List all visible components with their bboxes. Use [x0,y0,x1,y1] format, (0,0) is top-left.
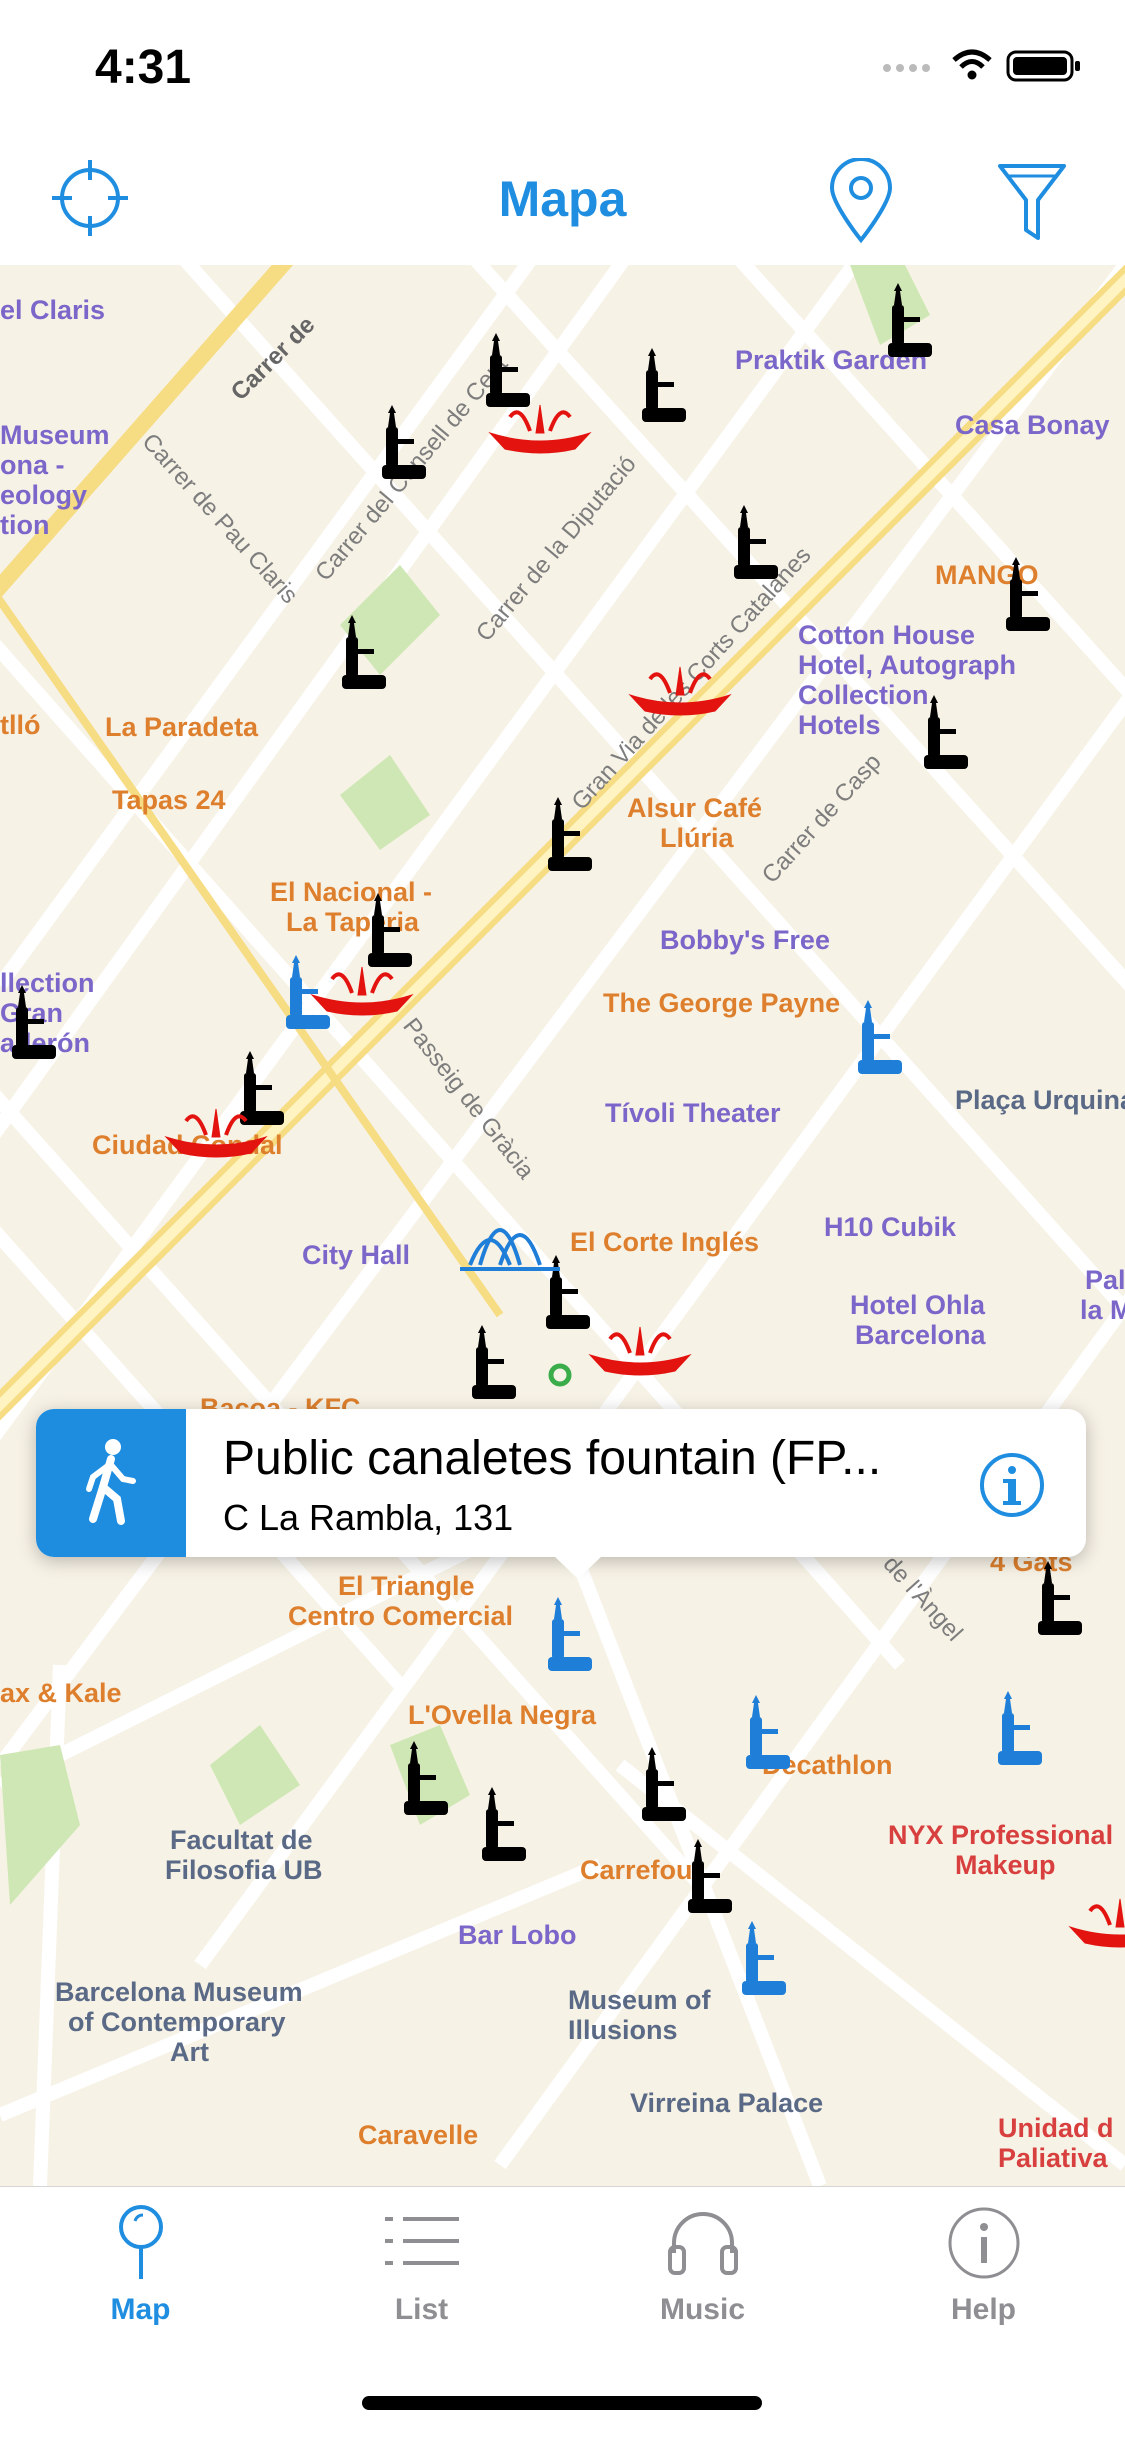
headphones-icon [668,2212,738,2275]
tab-map[interactable]: Map [0,2187,281,2367]
fountain-marker-black-icon [548,797,592,871]
fountain-marker-black-icon [342,615,386,689]
fountain-marker-black-icon [482,1787,526,1861]
fountain-marker-black-icon [888,283,932,357]
fountain-marker-red-icon [628,665,732,717]
fountain-marker-black-icon [404,1741,448,1815]
fountain-marker-black-icon [734,505,778,579]
fountain-marker-blue-icon [286,955,330,1029]
fountain-marker-black-icon [486,333,530,407]
home-indicator[interactable] [362,2396,762,2410]
navigation-bar: Mapa [0,140,1125,266]
fountain-marker-black-icon [688,1839,732,1913]
battery-icon [1006,50,1080,82]
fountain-marker-blue-icon [548,1597,592,1671]
fountain-marker-red-icon [588,1325,692,1377]
tab-list[interactable]: List [281,2187,562,2367]
fountain-marker-blue-icon [746,1695,790,1769]
fountain-markers [12,283,1125,1995]
fountain-marker-blue-icon [742,1921,786,1995]
fountain-marker-black-icon [642,1747,686,1821]
fountain-marker-black-icon [382,405,426,479]
fountain-marker-blue-icon [858,1000,902,1074]
fountain-marker-red-icon [1068,1897,1125,1949]
fountain-marker-black-icon [1006,557,1050,631]
tab-music[interactable]: Music [562,2187,843,2367]
fountain-marker-black-icon [1038,1561,1082,1635]
fountain-marker-black-icon [12,985,56,1059]
walking-directions-button[interactable] [36,1409,186,1557]
page-title: Mapa [498,171,627,227]
callout-address: C La Rambla, 131 [223,1497,514,1538]
info-icon[interactable] [978,1451,1046,1519]
fountain-marker-red-icon [488,403,592,455]
status-time: 4:31 [95,41,192,94]
callout-pointer [553,1555,603,1579]
tab-label: Music [659,2293,746,2326]
fountain-marker-black-icon [368,893,412,967]
fountain-marker-black-icon [546,1255,590,1329]
filter-icon[interactable] [996,160,1068,244]
tab-help[interactable]: Help [843,2187,1124,2367]
info-icon [948,2207,1020,2279]
list-icon [385,2217,459,2265]
status-bar: 4:31 [0,0,1125,140]
map-view[interactable]: Carrer de Carrer del Consell de Cent Car… [0,265,1125,2186]
fountain-marker-blue-icon [998,1691,1042,1765]
fountain-marker-red-icon [310,965,414,1017]
fountain-marker-black-icon [472,1325,516,1399]
fountain-callout[interactable]: Public canaletes fountain (FP... C La Ra… [36,1409,1086,1579]
tab-label: List [394,2293,449,2326]
map-pin-icon[interactable] [826,158,896,244]
wifi-icon [952,49,992,80]
tab-label: Map [110,2293,171,2326]
signal-icon [883,64,930,72]
callout-title: Public canaletes fountain (FP... [223,1432,882,1485]
map-pin-icon [119,2205,163,2279]
tab-label: Help [950,2293,1016,2326]
fountain-marker-black-icon [642,348,686,422]
fountain-marker-black-icon [240,1051,284,1125]
fountain-marker-black-icon [924,695,968,769]
fountain-marker-spray-icon [460,1228,560,1271]
walking-person-icon [86,1439,136,1525]
